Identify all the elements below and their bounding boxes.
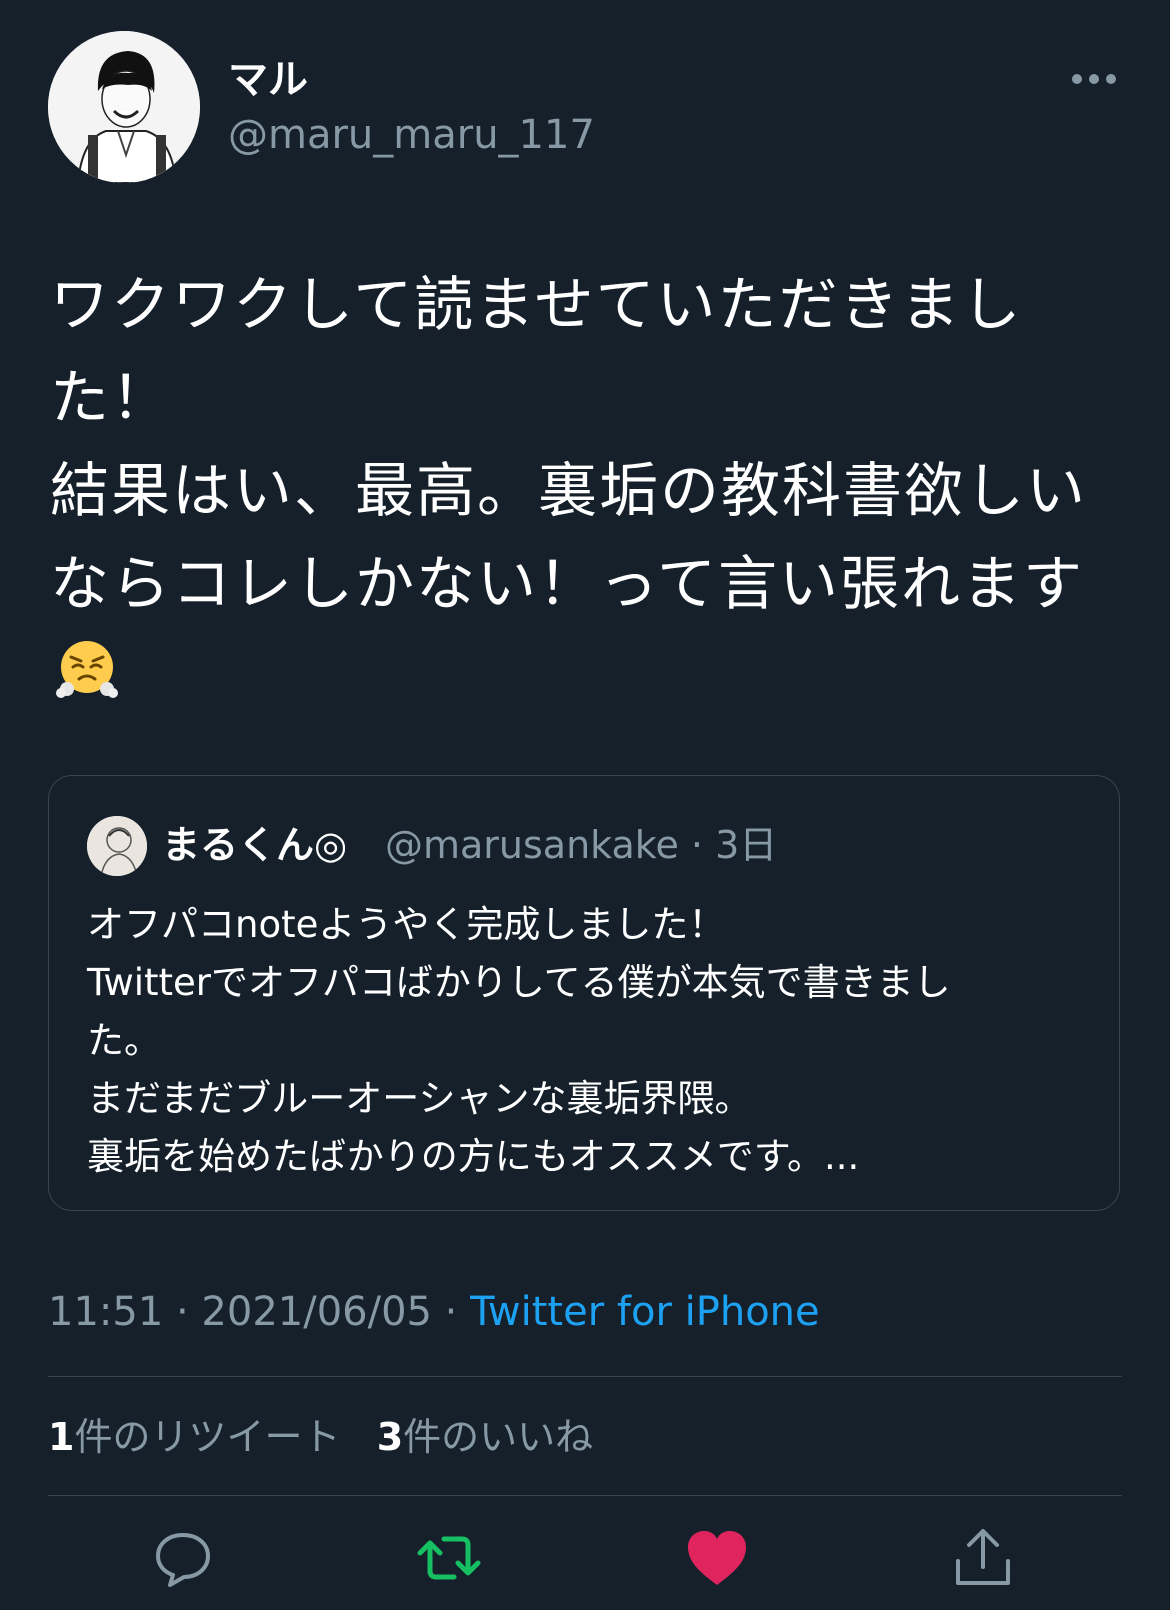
like-label: 件のいいね xyxy=(403,1415,594,1459)
divider xyxy=(48,1376,1122,1377)
tweet-text: ワクワクして読ませていただきまし た！ 結果はい、最高。裏垢の教科書欲しい なら… xyxy=(50,270,1088,618)
face-with-steam-from-nose-icon xyxy=(55,637,119,701)
reply-icon[interactable] xyxy=(150,1525,216,1591)
retweet-label: 件のリツイート xyxy=(74,1415,341,1459)
more-options-icon[interactable] xyxy=(1072,74,1116,86)
retweet-stat[interactable]: 1件のリツイート xyxy=(48,1415,340,1459)
retweet-icon[interactable] xyxy=(416,1525,482,1591)
retweet-count: 1 xyxy=(48,1415,75,1459)
like-stat[interactable]: 3件のいいね xyxy=(377,1415,593,1459)
like-count: 3 xyxy=(376,1415,404,1459)
tweet-timestamp: 11:51 · 2021/06/05 · xyxy=(48,1289,471,1335)
quoted-author-handle-time: @marusankake · 3日 xyxy=(385,823,778,867)
share-icon[interactable] xyxy=(950,1525,1016,1591)
tweet-source-link[interactable]: Twitter for iPhone xyxy=(470,1289,820,1335)
engagement-stats: 1件のリツイート 3件のいいね xyxy=(48,1412,593,1462)
divider xyxy=(48,1495,1122,1496)
quoted-author-avatar xyxy=(87,816,147,876)
quoted-tweet-text: オフパコnoteようやく完成しました！ Twitterでオフパコばかりしてる僕が… xyxy=(87,903,951,1178)
like-icon[interactable] xyxy=(684,1525,750,1591)
quoted-author-display-name: まるくん◎ xyxy=(162,823,348,867)
author-display-name[interactable]: マル xyxy=(228,55,308,105)
tweet-timestamp-source: 11:51 · 2021/06/05 · Twitter for iPhone xyxy=(48,1287,820,1337)
author-handle[interactable]: @maru_maru_117 xyxy=(228,110,595,160)
author-avatar[interactable] xyxy=(48,31,200,183)
